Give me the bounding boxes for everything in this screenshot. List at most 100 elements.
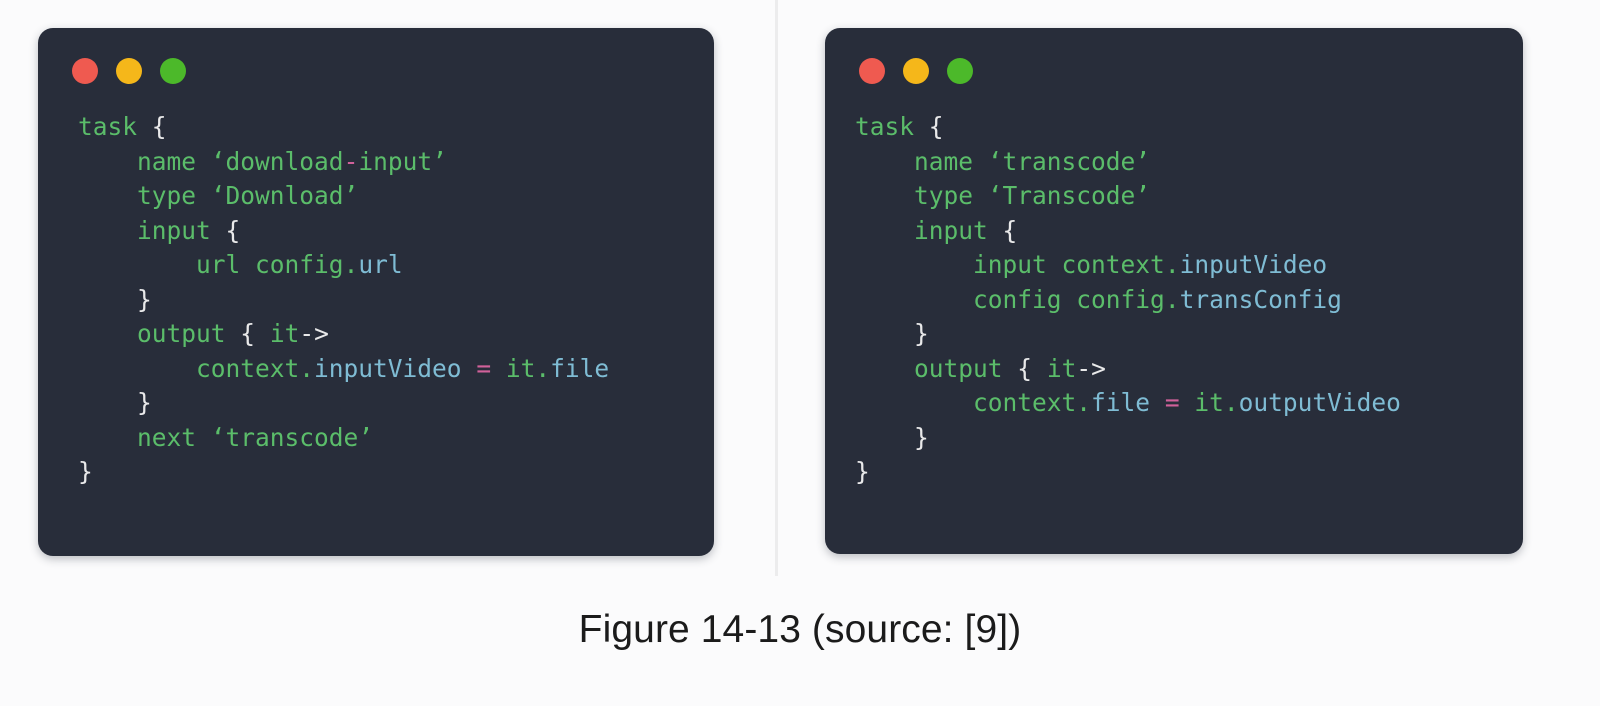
code-line: type ‘Download’: [78, 179, 714, 214]
code-token-kw: .: [535, 353, 551, 383]
code-line: }: [855, 317, 1523, 352]
code-token-pun: }: [78, 457, 93, 486]
code-token-kw: output: [914, 353, 1003, 383]
code-line: name ‘transcode’: [855, 145, 1523, 180]
minimize-dot-icon[interactable]: [116, 58, 142, 84]
code-line: task {: [855, 110, 1523, 145]
code-token-prop: url: [358, 250, 403, 279]
code-line: output { it->: [855, 352, 1523, 387]
code-token-kw: url: [196, 250, 241, 279]
minimize-dot-icon[interactable]: [903, 58, 929, 84]
code-line: config config.transConfig: [855, 283, 1523, 318]
code-line: task {: [78, 110, 714, 145]
code-token-str: input’: [358, 146, 447, 176]
code-token-pun: }: [855, 457, 870, 486]
code-line: context.file = it.outputVideo: [855, 386, 1523, 421]
code-token-pun: {: [240, 319, 256, 348]
code-line: }: [855, 455, 1523, 490]
code-token-str: ‘download: [210, 146, 344, 176]
code-token-pun: }: [137, 388, 152, 417]
code-token-kw: .: [1223, 388, 1239, 417]
code-token-pun: {: [1002, 215, 1018, 245]
code-line: input context.inputVideo: [855, 248, 1523, 283]
code-block[interactable]: task { name ‘download-input’ type ‘Downl…: [38, 88, 714, 490]
code-token-kw: .: [1164, 250, 1180, 279]
code-token-op: =: [476, 353, 492, 383]
code-token-kw: type: [137, 181, 197, 210]
window-titlebar: [38, 28, 714, 88]
code-line: }: [78, 455, 714, 490]
code-token-kw: input: [914, 215, 988, 245]
code-line: }: [855, 421, 1523, 456]
code-line: url config.url: [78, 248, 714, 283]
code-token-kw: task: [855, 112, 915, 141]
close-dot-icon[interactable]: [859, 58, 885, 84]
code-token-kw: name: [914, 146, 974, 176]
window-titlebar: [825, 28, 1523, 88]
code-line: type ‘Transcode’: [855, 179, 1523, 214]
panel-divider: [775, 0, 778, 576]
code-token-prop: transConfig: [1179, 284, 1342, 314]
code-token-kw: .: [1164, 284, 1180, 314]
code-window-download-input: task { name ‘download-input’ type ‘Downl…: [38, 28, 714, 556]
maximize-dot-icon[interactable]: [160, 58, 186, 84]
code-line: }: [78, 386, 714, 421]
code-token-prop: outputVideo: [1238, 388, 1401, 417]
code-token-str: ‘transcode’: [210, 422, 374, 452]
code-token-prop: inputVideo: [314, 353, 462, 383]
close-dot-icon[interactable]: [72, 58, 98, 84]
code-window-transcode: task { name ‘transcode’ type ‘Transcode’…: [825, 28, 1523, 554]
code-token-pun: }: [914, 319, 929, 348]
code-token-pun: ->: [299, 319, 329, 348]
code-token-prop: file: [550, 353, 610, 383]
code-token-op: -: [343, 146, 359, 176]
code-block[interactable]: task { name ‘transcode’ type ‘Transcode’…: [825, 88, 1523, 490]
maximize-dot-icon[interactable]: [947, 58, 973, 84]
code-token-kw: type: [914, 181, 974, 210]
code-token-prop: file: [1091, 388, 1151, 417]
code-token-pun: }: [137, 284, 152, 314]
code-token-kw: .: [1076, 388, 1092, 417]
code-line: next ‘transcode’: [78, 421, 714, 456]
code-line: name ‘download-input’: [78, 145, 714, 180]
code-token-pun: {: [225, 215, 241, 245]
code-token-kw: output: [137, 319, 226, 348]
code-line: output { it->: [78, 317, 714, 352]
code-line: }: [78, 283, 714, 318]
code-token-prop: inputVideo: [1179, 250, 1328, 279]
code-token-kw: name: [137, 146, 197, 176]
code-token-kw: config: [255, 250, 344, 279]
code-token-str: ‘transcode’: [987, 146, 1151, 176]
code-token-kw: context: [1061, 250, 1165, 279]
code-token-kw: .: [343, 250, 359, 279]
code-token-pun: {: [151, 112, 167, 141]
code-token-kw: context: [196, 353, 300, 383]
